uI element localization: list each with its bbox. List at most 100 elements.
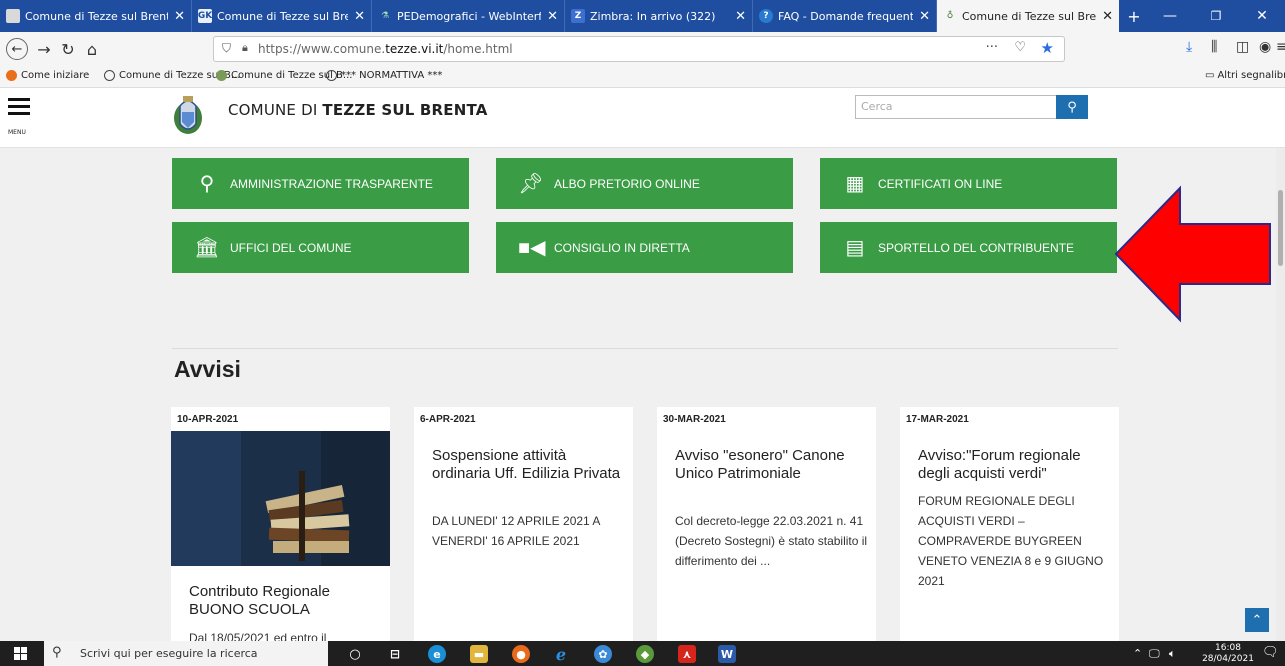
notice-title[interactable]: Avviso:"Forum regionale degli acquisti v… (918, 447, 1113, 483)
hamburger-icon (8, 98, 30, 101)
network-app-icon[interactable]: ✿ (594, 645, 612, 663)
menu-button[interactable]: MENU (8, 98, 38, 138)
gk-icon: GK (197, 9, 213, 23)
back-to-top-button[interactable]: ⌃ (1245, 608, 1269, 632)
download-icon[interactable]: ⤓ (1186, 39, 1192, 55)
search-input[interactable]: Cerca (861, 100, 893, 113)
close-tab-icon[interactable]: ✕ (547, 9, 558, 24)
task-view-icon[interactable]: ⊟ (386, 645, 404, 663)
windows-taskbar: ⚲ Scrivi qui per eseguire la ricerca ○ ⊟… (0, 641, 1285, 666)
cortana-icon[interactable]: ○ (346, 645, 364, 663)
library-icon[interactable]: ⫼ (1211, 39, 1217, 55)
show-hidden-icons[interactable]: ⌃ (1133, 647, 1142, 660)
close-tab-icon[interactable]: ✕ (174, 9, 185, 24)
button-label: SPORTELLO DEL CONTRIBUENTE (878, 240, 1075, 255)
pocket-icon[interactable]: ♡ (1014, 40, 1026, 55)
firefox-icon (6, 70, 17, 81)
page-actions-icon[interactable]: ··· (986, 40, 998, 55)
network-icon[interactable]: 🖵︎ (1149, 647, 1160, 661)
scrollbar-thumb[interactable] (1278, 190, 1283, 266)
address-bar[interactable]: ⛉ 🔒︎ https://www.comune.tezze.vi.it/home… (213, 36, 1065, 62)
button-label: ALBO PRETORIO ONLINE (554, 176, 700, 191)
app-menu-icon[interactable]: ≡ (1276, 39, 1285, 55)
link-consiglio-in-diretta[interactable]: ■◀ CONSIGLIO IN DIRETTA (496, 222, 793, 273)
bookmarks-bar: Come iniziare Comune di Tezze sul B... C… (0, 66, 1285, 88)
link-albo-pretorio[interactable]: 📌︎ ALBO PRETORIO ONLINE (496, 158, 793, 209)
bookmark-normattiva[interactable]: *** NORMATTIVA *** (326, 70, 442, 81)
edge-icon[interactable]: e (428, 645, 446, 663)
taskbar-search-placeholder: Scrivi qui per eseguire la ricerca (80, 647, 258, 660)
browser-tab-1[interactable]: Comune di Tezze sul Brenta - Log ✕ (0, 0, 192, 32)
notice-date: 6-APR-2021 (420, 414, 476, 425)
account-icon[interactable]: ◉ (1259, 39, 1271, 55)
home-button[interactable]: ⌂ (80, 37, 104, 61)
button-label: CONSIGLIO IN DIRETTA (554, 240, 690, 255)
notice-title[interactable]: Contributo Regionale BUONO SCUOLA (189, 583, 384, 619)
restore-button[interactable]: ❐ (1193, 0, 1239, 32)
word-icon[interactable]: W (718, 645, 736, 663)
close-tab-icon[interactable]: ✕ (1102, 9, 1113, 24)
site-search[interactable]: Cerca ⚲ (855, 95, 1088, 119)
notice-card[interactable]: 17-MAR-2021 Avviso:"Forum regionale degl… (900, 407, 1119, 647)
bookmark-come-iniziare[interactable]: Come iniziare (6, 70, 89, 81)
forward-button[interactable]: → (32, 37, 56, 61)
volume-icon[interactable]: 🔈︎ (1169, 647, 1176, 661)
app-icon[interactable]: ◆ (636, 645, 654, 663)
internet-explorer-icon[interactable]: ℯ (552, 645, 570, 664)
windows-start-button[interactable] (14, 647, 28, 661)
minimize-button[interactable]: — (1147, 0, 1193, 32)
menu-label: MENU (8, 129, 26, 136)
back-button[interactable]: ← (6, 38, 28, 60)
other-bookmarks[interactable]: ▭ Altri segnalibri (1205, 70, 1285, 81)
link-certificati-online[interactable]: ▦ CERTIFICATI ON LINE (820, 158, 1117, 209)
municipality-crest-logo[interactable] (170, 92, 206, 138)
link-uffici-del-comune[interactable]: 🏛︎ UFFICI DEL COMUNE (172, 222, 469, 273)
search-button[interactable]: ⚲ (1056, 95, 1088, 119)
notice-card[interactable]: 6-APR-2021 Sospensione attività ordinari… (414, 407, 633, 647)
taskbar-clock[interactable]: 16:08 28/04/2021 (1200, 643, 1256, 665)
lock-icon[interactable]: 🔒︎ (242, 41, 248, 55)
link-amministrazione-trasparente[interactable]: ⚲ AMMINISTRAZIONE TRASPARENTE (172, 158, 469, 209)
search-icon: ⚲ (52, 645, 62, 660)
button-label: CERTIFICATI ON LINE (878, 176, 1003, 191)
close-tab-icon[interactable]: ✕ (919, 9, 930, 24)
acrobat-icon[interactable]: ⋏ (678, 645, 696, 663)
search-icon: ⚲ (1067, 99, 1077, 115)
notifications-icon[interactable]: 🗨︎ (1262, 645, 1279, 660)
close-window-button[interactable]: ✕ (1239, 0, 1285, 32)
tracking-shield-icon[interactable]: ⛉ (222, 41, 231, 56)
video-camera-icon: ■◀ (518, 237, 546, 259)
button-label: AMMINISTRAZIONE TRASPARENTE (230, 176, 433, 191)
browser-tab-5[interactable]: ? FAQ - Domande frequenti | SP ✕ (753, 0, 937, 32)
qr-code-icon: ▦ (845, 173, 865, 195)
browser-tab-3[interactable]: ⚗ PEDemografici - WebInterface ✕ (372, 0, 565, 32)
browser-tab-4[interactable]: Z Zimbra: In arrivo (322) ✕ (565, 0, 753, 32)
taskbar-search-box[interactable]: ⚲ Scrivi qui per eseguire la ricerca (44, 641, 328, 666)
tab-label: Comune di Tezze sul Brenta - ( (962, 9, 1097, 23)
ped-icon: ⚗ (380, 11, 390, 21)
crest-icon: ♁ (946, 11, 954, 21)
new-tab-button[interactable]: + (1119, 0, 1149, 32)
link-sportello-del-contribuente[interactable]: ▤ SPORTELLO DEL CONTRIBUENTE (820, 222, 1117, 273)
bookmark-star-icon[interactable]: ★ (1041, 39, 1054, 57)
notice-card[interactable]: 10-APR-2021 Contributo Regionale BUONO S… (171, 407, 390, 647)
firefox-icon[interactable]: ● (512, 645, 530, 663)
notices-heading: Avvisi (174, 356, 241, 382)
site-title[interactable]: COMUNE DI TEZZE SUL BRENTA (228, 101, 488, 119)
page-scrollbar[interactable] (1276, 148, 1285, 641)
close-tab-icon[interactable]: ✕ (735, 9, 746, 24)
browser-tab-2[interactable]: GK Comune di Tezze sul Brenta - S ✕ (192, 0, 372, 32)
reload-button[interactable]: ↻ (56, 37, 80, 61)
globe-icon (326, 70, 337, 81)
notice-card[interactable]: 30-MAR-2021 Avviso "esonero" Canone Unic… (657, 407, 876, 647)
notice-date: 30-MAR-2021 (663, 414, 726, 425)
notice-title[interactable]: Avviso "esonero" Canone Unico Patrimonia… (675, 447, 870, 483)
bookmark-label: Come iniziare (21, 70, 90, 81)
sidebar-icon[interactable]: ◫ (1236, 39, 1249, 55)
notice-excerpt: DA LUNEDI' 12 APRILE 2021 A VENERDI' 16 … (432, 514, 600, 548)
browser-tab-active[interactable]: ♁ Comune di Tezze sul Brenta - ( ✕ (937, 0, 1119, 32)
pin-icon: 📌︎ (518, 173, 544, 195)
close-tab-icon[interactable]: ✕ (354, 9, 365, 24)
file-explorer-icon[interactable]: ▬ (470, 645, 488, 663)
notice-title[interactable]: Sospensione attività ordinaria Uff. Edil… (432, 447, 627, 483)
